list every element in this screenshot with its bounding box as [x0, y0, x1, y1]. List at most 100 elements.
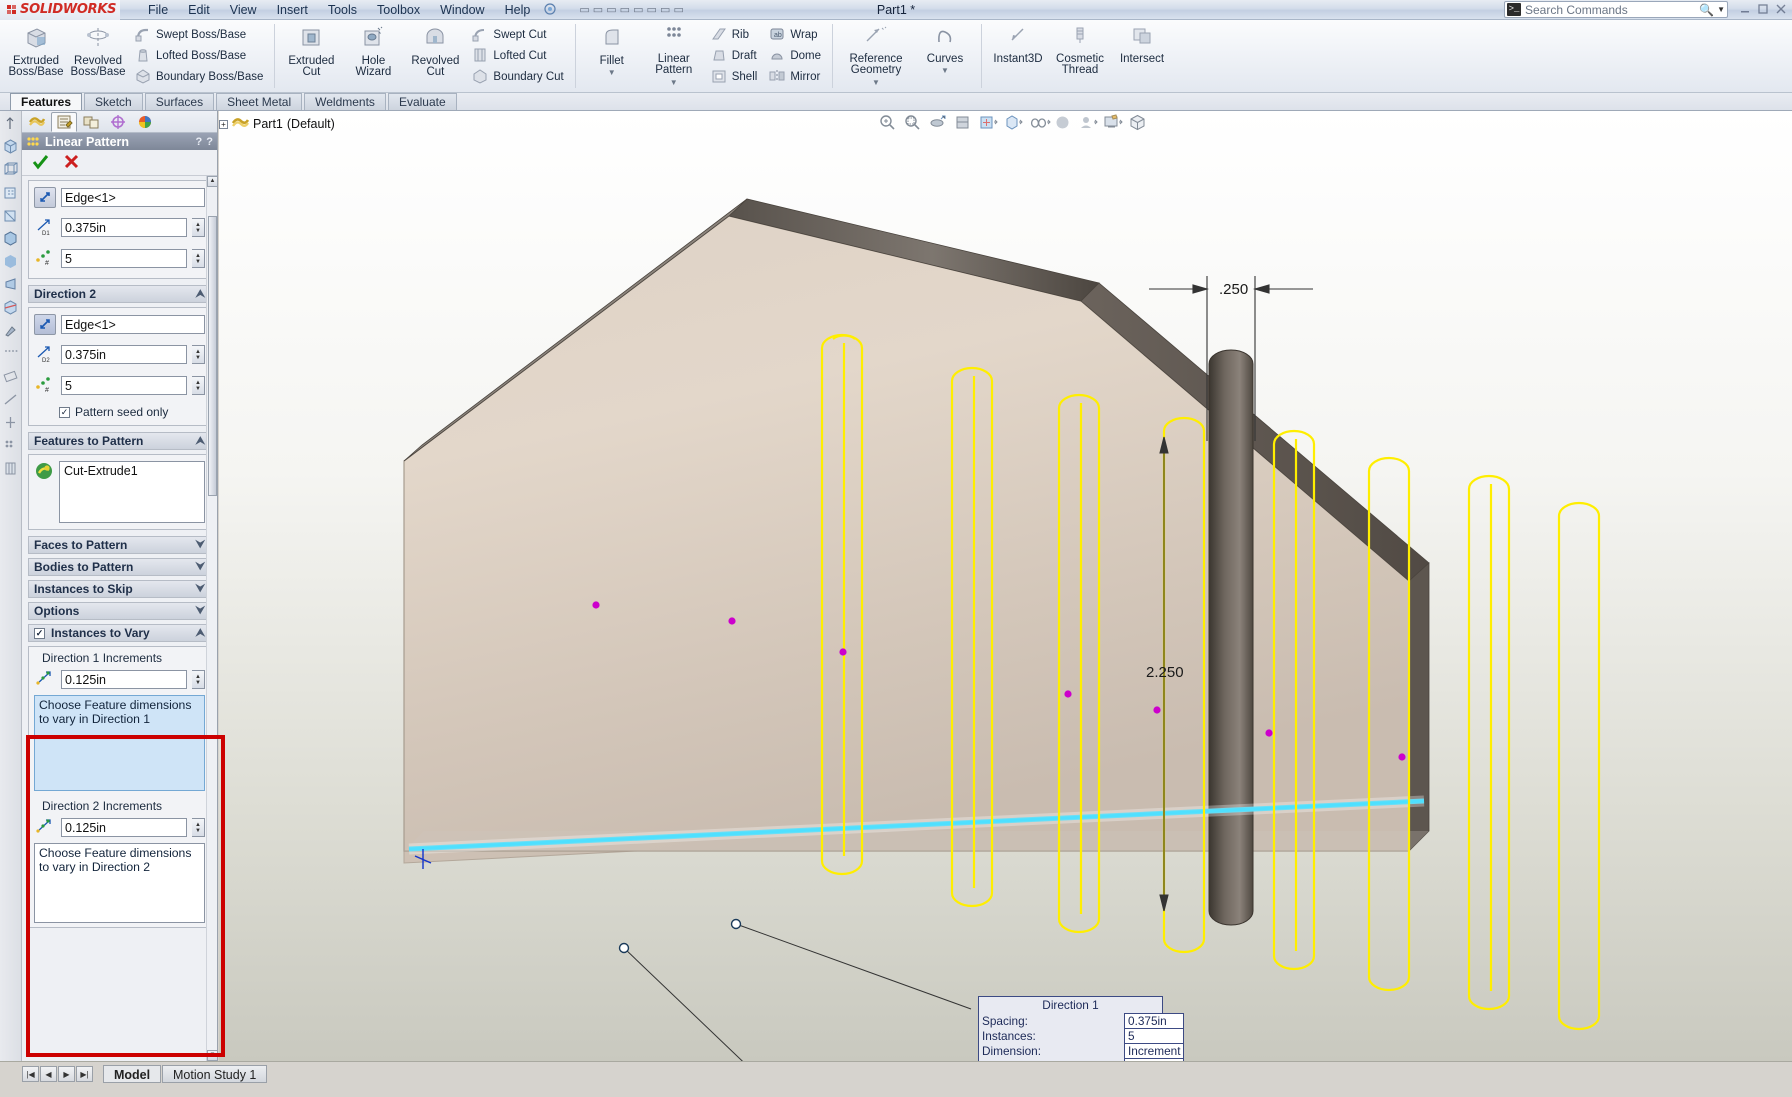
direction-1-instances-input[interactable]: 5	[61, 249, 187, 268]
direction-2-instances-input[interactable]: 5	[61, 376, 187, 395]
direction-2-instances-row[interactable]: # 5 ▲▼	[34, 374, 205, 397]
list-item[interactable]: Cut-Extrude1	[64, 464, 200, 478]
pattern-seed-only-row[interactable]: ✓ Pattern seed only	[34, 405, 205, 419]
graphics-area[interactable]: + Part1 (Default)	[219, 111, 1792, 1061]
intersect-button[interactable]: Intersect	[1111, 21, 1173, 91]
instant3d-button[interactable]: Instant3D	[987, 21, 1049, 91]
menu-toolbox[interactable]: Toolbox	[367, 2, 430, 18]
direction-2-spacing-input[interactable]: 0.375in	[61, 345, 187, 364]
shaded-view-icon[interactable]	[2, 253, 19, 270]
ribbon-toolbar[interactable]: Extruded Boss/Base Revolved Boss/Base Sw…	[0, 20, 1792, 93]
ok-button[interactable]	[32, 153, 49, 173]
scrollbar-thumb[interactable]	[208, 216, 217, 496]
direction-1-vary-hint[interactable]: Choose Feature dimensions to vary in Dir…	[34, 695, 205, 791]
shaded-edges-view-icon[interactable]	[2, 230, 19, 247]
direction-1-increments-row[interactable]: 0.125in ▲▼	[34, 669, 205, 690]
curves-button[interactable]: Curves ▼	[914, 21, 976, 91]
callout-value[interactable]: 0.375in	[1125, 1014, 1184, 1029]
direction-2-increment-input[interactable]: 0.125in	[61, 818, 187, 837]
bodies-to-pattern-header[interactable]: Bodies to Pattern ⮟	[28, 558, 211, 576]
first-tab-icon[interactable]: |◀	[22, 1066, 39, 1082]
hidden-lines-view-icon[interactable]	[2, 184, 19, 201]
property-manager-actions[interactable]	[22, 150, 217, 176]
smart-dimension-icon[interactable]	[2, 368, 19, 385]
draft-button[interactable]: Draft	[707, 46, 762, 67]
features-to-pattern-list[interactable]: Cut-Extrude1	[59, 461, 205, 523]
attachment-icon[interactable]	[2, 460, 19, 477]
features-to-pattern-header[interactable]: Features to Pattern ⮝	[28, 432, 211, 450]
rib-button[interactable]: Rib	[707, 25, 762, 46]
lofted-boss-base-button[interactable]: Lofted Boss/Base	[131, 46, 267, 67]
menu-file[interactable]: File	[138, 2, 178, 18]
line-sketch-icon[interactable]	[2, 391, 19, 408]
isometric-view-icon[interactable]	[2, 138, 19, 155]
property-manager-header-icons[interactable]: ? ?	[196, 136, 213, 148]
property-manager-panel[interactable]: Linear Pattern ? ? Edge<1>	[22, 111, 218, 1061]
callout-value[interactable]: 0.13in	[1125, 1059, 1184, 1062]
pin-icon[interactable]	[544, 3, 557, 16]
swept-boss-base-button[interactable]: Swept Boss/Base	[131, 25, 267, 46]
menu-view[interactable]: View	[220, 2, 267, 18]
pipette-icon[interactable]	[2, 322, 19, 339]
direction-2-select-button[interactable]	[34, 314, 56, 335]
curves-dropdown-caret-icon[interactable]: ▼	[941, 65, 949, 77]
property-manager-scrollbar[interactable]: ▲ ▼	[206, 176, 217, 1061]
shell-button[interactable]: Shell	[707, 67, 762, 88]
display-manager-tab[interactable]	[132, 112, 158, 132]
search-input[interactable]: Search Commands	[1525, 3, 1696, 17]
section-view-icon[interactable]	[2, 299, 19, 316]
direction-1-instances-stepper[interactable]: ▲▼	[192, 249, 205, 268]
direction-2-header[interactable]: Direction 2 ⮝	[28, 285, 211, 303]
reference-geometry-button[interactable]: Reference Geometry ▼	[838, 21, 914, 91]
dimxpert-manager-tab[interactable]	[105, 112, 131, 132]
pattern-sketch-icon[interactable]	[2, 437, 19, 454]
cosmetic-thread-button[interactable]: Cosmetic Thread	[1049, 21, 1111, 91]
fillet-dropdown-caret-icon[interactable]: ▼	[608, 67, 616, 79]
cancel-button[interactable]	[63, 153, 80, 173]
instances-to-vary-section[interactable]: Direction 1 Increments 0.125in ▲▼ Choose…	[28, 646, 211, 928]
close-icon[interactable]	[1774, 2, 1788, 16]
tab-sheet-metal[interactable]: Sheet Metal	[216, 93, 302, 110]
property-manager-body[interactable]: Edge<1> D1 0.375in ▲▼ # 5 ▲▼	[22, 176, 217, 1061]
relations-icon[interactable]	[2, 414, 19, 431]
direction-1-callout[interactable]: Direction 1 Spacing: 0.375in Instances: …	[978, 996, 1163, 1061]
model-render[interactable]: Y X Z	[219, 111, 1792, 1061]
tab-motion-study[interactable]: Motion Study 1	[162, 1065, 267, 1083]
direction-2-spacing-stepper[interactable]: ▲▼	[192, 345, 205, 364]
direction-1-increment-input[interactable]: 0.125in	[61, 670, 187, 689]
chevron-down-icon[interactable]: ⮟	[196, 539, 205, 552]
extruded-boss-base-button[interactable]: Extruded Boss/Base	[5, 21, 67, 91]
arrow-up-icon[interactable]	[2, 115, 19, 132]
dome-button[interactable]: Dome	[765, 46, 825, 67]
direction-2-reference-field[interactable]: Edge<1>	[61, 315, 205, 334]
direction-2-increment-stepper[interactable]: ▲▼	[192, 818, 205, 837]
scroll-down-arrow-icon[interactable]: ▼	[207, 1050, 217, 1061]
direction-1-spacing-stepper[interactable]: ▲▼	[192, 218, 205, 237]
pattern-seed-only-checkbox[interactable]: ✓	[59, 407, 70, 418]
chevron-down-icon[interactable]: ⮟	[196, 561, 205, 574]
lofted-cut-button[interactable]: Lofted Cut	[468, 46, 567, 67]
feature-manager-tabs[interactable]	[22, 111, 217, 133]
width-dimension-value[interactable]: .250	[1219, 281, 1248, 298]
direction-1-reference-row[interactable]: Edge<1>	[34, 187, 205, 208]
minimize-icon[interactable]	[1738, 2, 1752, 16]
perspective-view-icon[interactable]	[2, 276, 19, 293]
menu-edit[interactable]: Edit	[178, 2, 220, 18]
reference-geometry-dropdown-caret-icon[interactable]: ▼	[872, 77, 880, 89]
direction-1-spacing-row[interactable]: D1 0.375in ▲▼	[34, 216, 205, 239]
swept-cut-button[interactable]: Swept Cut	[468, 25, 567, 46]
direction-1-reference-field[interactable]: Edge<1>	[61, 188, 205, 207]
property-manager-tab[interactable]	[51, 112, 77, 132]
direction-2-increments-row[interactable]: 0.125in ▲▼	[34, 817, 205, 838]
menu-help[interactable]: Help	[495, 2, 541, 18]
fillet-button[interactable]: Fillet ▼	[581, 21, 643, 91]
wireframe-view-icon[interactable]	[2, 161, 19, 178]
restore-icon[interactable]	[1756, 2, 1770, 16]
hole-wizard-button[interactable]: Hole Wizard	[342, 21, 404, 91]
direction-1-increment-stepper[interactable]: ▲▼	[192, 670, 205, 689]
command-manager-tabs[interactable]: Features Sketch Surfaces Sheet Metal Wel…	[0, 93, 1792, 111]
instances-to-vary-checkbox[interactable]: ✓	[34, 628, 45, 639]
instances-to-vary-header[interactable]: ✓ Instances to Vary ⮝	[28, 624, 211, 642]
extruded-cut-button[interactable]: Extruded Cut	[280, 21, 342, 91]
direction-2-section[interactable]: Edge<1> D2 0.375in ▲▼ # 5 ▲▼	[28, 307, 211, 426]
